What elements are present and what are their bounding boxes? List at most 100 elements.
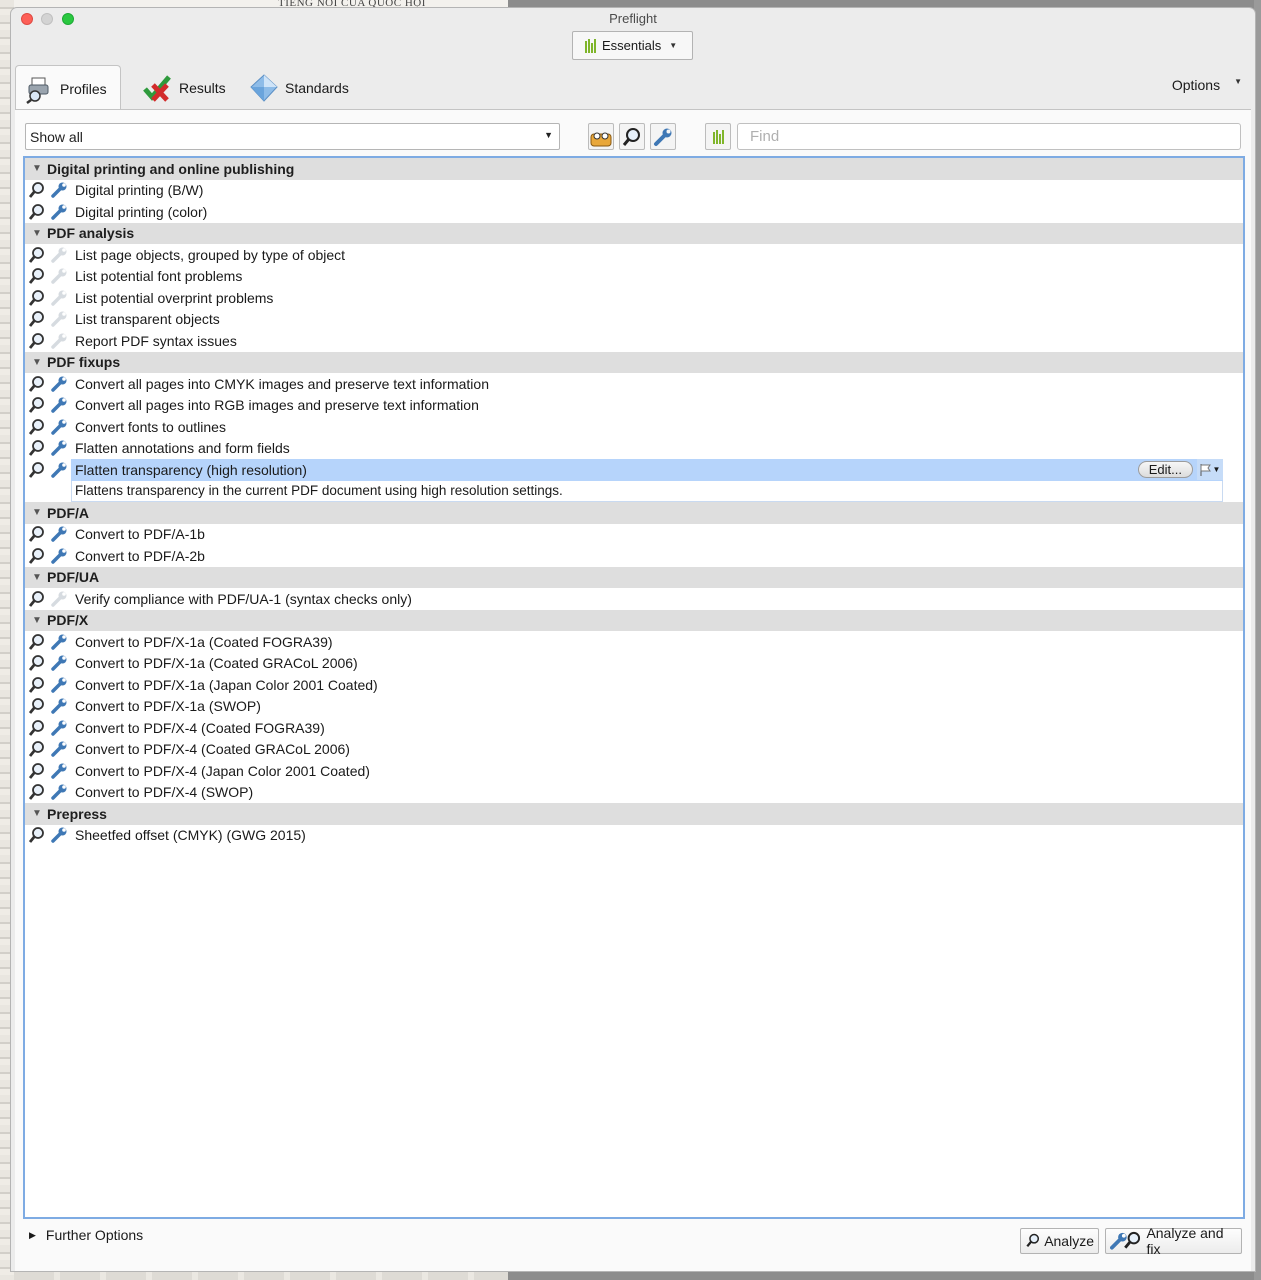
profile-row[interactable]: Convert to PDF/A-1b — [25, 524, 1243, 546]
profile-row[interactable]: Convert to PDF/X-4 (Coated GRACoL 2006) — [25, 739, 1243, 761]
fixup-wrench-icon[interactable] — [49, 375, 69, 393]
fixup-wrench-icon[interactable] — [49, 396, 69, 414]
profile-row[interactable]: Convert to PDF/A-2b — [25, 545, 1243, 567]
profile-row[interactable]: Convert all pages into RGB images and pr… — [25, 395, 1243, 417]
analysis-magnifier-icon[interactable] — [27, 783, 47, 801]
profile-row[interactable]: Convert all pages into CMYK images and p… — [25, 373, 1243, 395]
fixup-wrench-icon[interactable] — [49, 525, 69, 543]
tab-profiles[interactable]: Profiles — [15, 65, 121, 112]
analysis-magnifier-icon[interactable] — [27, 654, 47, 672]
analysis-magnifier-icon[interactable] — [27, 719, 47, 737]
fixup-wrench-icon[interactable] — [49, 547, 69, 565]
profile-row[interactable]: List potential overprint problems — [25, 287, 1243, 309]
analysis-magnifier-icon[interactable] — [27, 740, 47, 758]
analysis-magnifier-icon[interactable] — [27, 246, 47, 264]
fixup-wrench-icon[interactable] — [49, 762, 69, 780]
profile-row[interactable]: Convert to PDF/X-1a (Coated GRACoL 2006) — [25, 653, 1243, 675]
profile-row[interactable]: List transparent objects — [25, 309, 1243, 331]
group-header[interactable]: ▼ PDF/UA — [25, 566, 1243, 588]
fixup-wrench-icon[interactable] — [49, 826, 69, 844]
profile-label: Verify compliance with PDF/UA-1 (syntax … — [75, 590, 412, 607]
fixup-wrench-icon[interactable] — [49, 783, 69, 801]
profile-row[interactable]: Convert fonts to outlines — [25, 416, 1243, 438]
show-analysis-button[interactable] — [619, 123, 645, 150]
analysis-magnifier-icon[interactable] — [27, 181, 47, 199]
analysis-magnifier-icon[interactable] — [27, 332, 47, 350]
library-dropdown-button[interactable]: Essentials ▼ — [572, 31, 693, 60]
group-header[interactable]: ▼ PDF fixups — [25, 351, 1243, 373]
analysis-magnifier-icon[interactable] — [27, 633, 47, 651]
analysis-magnifier-icon[interactable] — [27, 525, 47, 543]
fixup-wrench-icon[interactable] — [49, 439, 69, 457]
profile-list: ▼ Digital printing and online publishing D… — [23, 156, 1245, 1219]
analysis-magnifier-icon[interactable] — [27, 396, 47, 414]
group-header[interactable]: ▼ Digital printing and online publishing — [25, 158, 1243, 180]
fixup-wrench-icon[interactable] — [49, 181, 69, 199]
group-header[interactable]: ▼ PDF analysis — [25, 222, 1243, 244]
profile-row[interactable]: Flatten annotations and form fields — [25, 438, 1243, 460]
analysis-magnifier-icon[interactable] — [27, 547, 47, 565]
fixup-wrench-icon[interactable] — [49, 418, 69, 436]
fixup-wrench-icon[interactable] — [49, 676, 69, 694]
profile-row[interactable]: Report PDF syntax issues — [25, 330, 1243, 352]
library-button-label: Essentials — [602, 38, 662, 53]
fixup-wrench-icon[interactable] — [49, 203, 69, 221]
analysis-magnifier-icon[interactable] — [27, 310, 47, 328]
group-header[interactable]: ▼ Prepress — [25, 803, 1243, 825]
library-bars-icon — [585, 38, 596, 53]
profile-row[interactable]: List page objects, grouped by type of ob… — [25, 244, 1243, 266]
close-window-button[interactable] — [21, 13, 33, 25]
profile-row[interactable]: Convert to PDF/X-4 (Japan Color 2001 Coa… — [25, 760, 1243, 782]
profile-filter-select[interactable]: Show all ▼ — [25, 123, 560, 150]
analysis-magnifier-icon[interactable] — [27, 590, 47, 608]
analysis-magnifier-icon[interactable] — [27, 418, 47, 436]
fixup-wrench-icon[interactable] — [49, 461, 69, 479]
group-header[interactable]: ▼ PDF/A — [25, 502, 1243, 524]
tab-standards[interactable]: Standards — [241, 65, 361, 110]
analysis-magnifier-icon[interactable] — [27, 762, 47, 780]
profile-row[interactable]: Convert to PDF/X-4 (SWOP) — [25, 782, 1243, 804]
profile-row[interactable]: Flatten transparency (high resolution) Ed… — [25, 459, 1243, 481]
analysis-magnifier-icon[interactable] — [27, 461, 47, 479]
profile-row[interactable]: Digital printing (B/W) — [25, 180, 1243, 202]
show-fixups-button[interactable] — [650, 123, 676, 150]
profile-label: Convert all pages into CMYK images and p… — [75, 375, 489, 392]
further-options-toggle[interactable]: ▶ Further Options — [29, 1227, 143, 1243]
analysis-magnifier-icon[interactable] — [27, 289, 47, 307]
analysis-magnifier-icon[interactable] — [27, 676, 47, 694]
flag-menu-button[interactable]: ▼ — [1197, 459, 1223, 481]
show-check-profiles-button[interactable] — [588, 123, 614, 150]
analysis-magnifier-icon[interactable] — [27, 439, 47, 457]
minimize-window-button[interactable] — [41, 13, 53, 25]
profile-row[interactable]: Convert to PDF/X-4 (Coated FOGRA39) — [25, 717, 1243, 739]
edit-profile-button[interactable]: Edit... — [1137, 461, 1193, 479]
fixup-wrench-icon[interactable] — [49, 697, 69, 715]
analyze-button[interactable]: Analyze — [1020, 1228, 1099, 1254]
profile-row[interactable]: Convert to PDF/X-1a (Japan Color 2001 Co… — [25, 674, 1243, 696]
profile-row[interactable]: Convert to PDF/X-1a (SWOP) — [25, 696, 1243, 718]
profile-row[interactable]: Sheetfed offset (CMYK) (GWG 2015) — [25, 825, 1243, 847]
find-input[interactable] — [737, 123, 1241, 150]
profile-row[interactable]: Digital printing (color) — [25, 201, 1243, 223]
profile-row[interactable]: Verify compliance with PDF/UA-1 (syntax … — [25, 588, 1243, 610]
preflight-window: Preflight Essentials ▼ Profiles Results — [11, 8, 1255, 1271]
profile-row[interactable]: List potential font problems — [25, 266, 1243, 288]
analysis-magnifier-icon[interactable] — [27, 697, 47, 715]
fixup-wrench-icon[interactable] — [49, 740, 69, 758]
analysis-magnifier-icon[interactable] — [27, 375, 47, 393]
zoom-window-button[interactable] — [62, 13, 74, 25]
fixup-wrench-icon[interactable] — [49, 719, 69, 737]
analysis-magnifier-icon[interactable] — [27, 267, 47, 285]
analyze-and-fix-button[interactable]: Analyze and fix — [1105, 1225, 1242, 1257]
analysis-magnifier-icon[interactable] — [27, 826, 47, 844]
analysis-magnifier-icon[interactable] — [27, 203, 47, 221]
group-header-label: PDF/UA — [47, 569, 100, 586]
profile-label: Convert to PDF/A-2b — [75, 547, 205, 564]
fixup-wrench-icon[interactable] — [49, 633, 69, 651]
library-filter-button[interactable] — [705, 123, 731, 150]
options-menu-button[interactable]: Options ▼ — [1172, 77, 1242, 93]
fixup-wrench-icon[interactable] — [49, 654, 69, 672]
group-header[interactable]: ▼ PDF/X — [25, 609, 1243, 631]
profile-row[interactable]: Convert to PDF/X-1a (Coated FOGRA39) — [25, 631, 1243, 653]
tab-results[interactable]: Results — [133, 65, 233, 110]
